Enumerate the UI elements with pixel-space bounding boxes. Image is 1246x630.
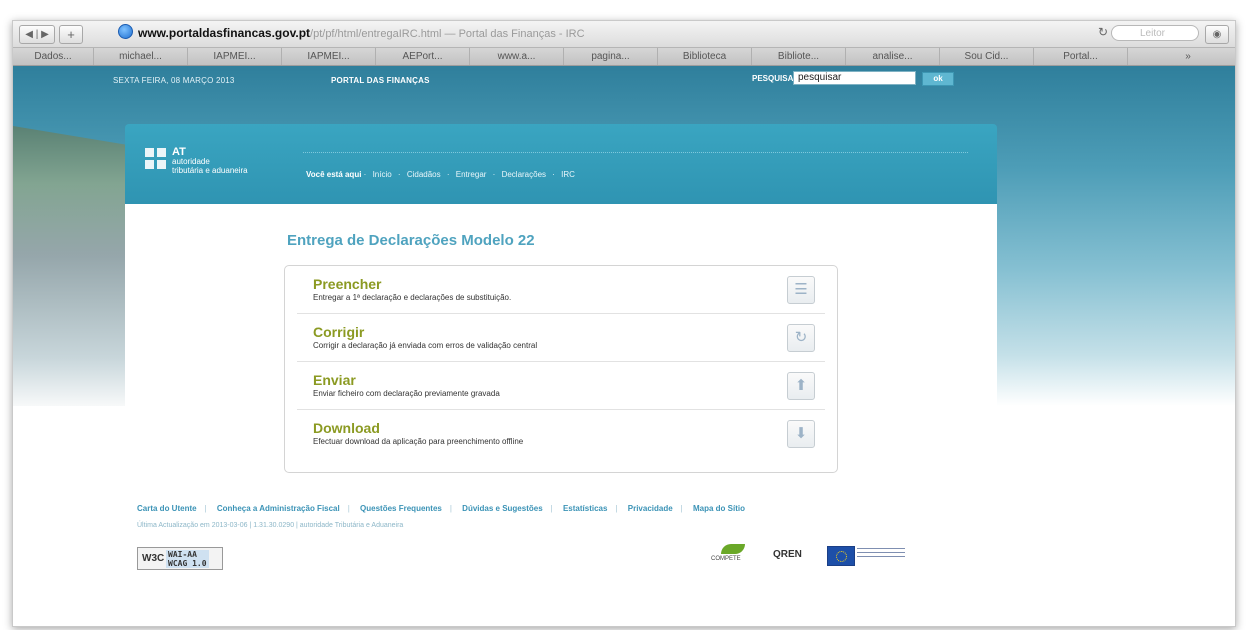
search-ok-button[interactable]: ok [922,72,954,86]
address-bar[interactable]: www.portaldasfinancas.gov.pt/pt/pf/html/… [118,24,678,43]
option-corrigir[interactable]: Corrigir Corrigir a declaração já enviad… [297,314,825,362]
option-title[interactable]: Corrigir [313,324,364,340]
search-input[interactable] [793,71,916,85]
bookmarks-bar: Dados... michael... IAPMEI... IAPMEI... … [13,48,1235,66]
breadcrumb-item[interactable]: Cidadãos [407,170,441,179]
breadcrumb: Você está aqui · Início · Cidadãos · Ent… [306,170,575,179]
last-update-text: Última Actualização em 2013-03-06 | 1.31… [137,522,404,529]
footer-link[interactable]: Dúvidas e Sugestões [462,504,542,513]
bookmark-item[interactable]: AEPort... [376,48,470,65]
bookmark-item[interactable]: Biblioteca [658,48,752,65]
option-enviar[interactable]: Enviar Enviar ficheiro com declaração pr… [297,362,825,410]
bookmark-item[interactable]: analise... [846,48,940,65]
w3c-wcag-badge[interactable]: W3C WAI-AA WCAG 1.0 [137,547,223,570]
logo-line2: tributária e aduaneira [172,166,248,175]
bookmarks-overflow-button[interactable]: » [1173,48,1203,65]
page-title-suffix: — Portal das Finanças - IRC [441,28,585,40]
download-icon[interactable]: ⬇ [787,420,815,448]
portal-link[interactable]: PORTAL DAS FINANÇAS [331,76,430,85]
options-box: Preencher Entregar a 1ª declaração e dec… [284,265,838,473]
back-forward-buttons[interactable]: ◀ | ▶ [19,25,55,44]
eu-text-lines [857,548,905,560]
wcag-line1: WAI-AA [168,550,197,559]
bookmark-item[interactable]: Portal... [1034,48,1128,65]
qren-logo[interactable]: QREN [773,544,815,568]
option-title[interactable]: Enviar [313,372,356,388]
option-title[interactable]: Preencher [313,276,381,292]
current-date: SEXTA FEIRA, 08 MARÇO 2013 [113,76,235,85]
footer-link[interactable]: Privacidade [628,504,673,513]
footer-link[interactable]: Conheça a Administração Fiscal [217,504,340,513]
browser-toolbar: ◀ | ▶ + www.portaldasfinancas.gov.pt/pt/… [13,21,1235,48]
compete-logo[interactable]: COMPETE [707,544,759,568]
reload-icon[interactable]: ↻ [1098,25,1108,39]
document-icon[interactable]: ☰ [787,276,815,304]
at-logo-icon [145,148,167,176]
bookmark-item[interactable]: Sou Cid... [940,48,1034,65]
footer-link[interactable]: Mapa do Sítio [693,504,745,513]
footer-links: Carta do Utente | Conheça a Administração… [137,504,745,513]
option-preencher[interactable]: Preencher Entregar a 1ª declaração e dec… [297,266,825,314]
option-description: Enviar ficheiro com declaração previamen… [313,389,500,398]
option-description: Entregar a 1ª declaração e declarações d… [313,293,512,302]
bookmark-item[interactable]: pagina... [564,48,658,65]
reader-button[interactable]: Leitor [1111,25,1199,41]
web-page: SEXTA FEIRA, 08 MARÇO 2013 PORTAL DAS FI… [13,66,1235,626]
url-host: www.portaldasfinancas.gov.pt [138,26,311,40]
bookmark-item[interactable]: Bibliote... [752,48,846,65]
wcag-line2: WCAG 1.0 [168,559,207,568]
breadcrumb-item[interactable]: Início [373,170,392,179]
globe-icon [118,24,133,39]
bookmark-item[interactable]: IAPMEI... [282,48,376,65]
dotted-divider [303,152,968,153]
leaf-icon [721,544,745,554]
main-content: Entrega de Declarações Modelo 22 Preench… [125,204,997,473]
breadcrumb-item[interactable]: IRC [561,170,575,179]
option-description: Efectuar download da aplicação para pree… [313,437,524,446]
bookmark-item[interactable]: Dados... [13,48,94,65]
eu-flag-icon [827,546,855,566]
w3c-label: W3C [142,553,165,564]
refresh-document-icon[interactable]: ↻ [787,324,815,352]
bookmark-item[interactable]: michael... [94,48,188,65]
reader-label: Leitor [1140,28,1166,39]
logo-line1: autoridade [172,157,210,166]
at-logo[interactable]: AT autoridade tributária e aduaneira [145,146,295,186]
search-label: PESQUISA [752,74,794,83]
settings-icon[interactable]: ◉ [1205,25,1229,44]
option-download[interactable]: Download Efectuar download da aplicação … [297,410,825,457]
footer-link[interactable]: Carta do Utente [137,504,197,513]
breadcrumb-label: Você está aqui [306,170,362,179]
wcag-label: WAI-AA WCAG 1.0 [166,550,209,568]
breadcrumb-item[interactable]: Declarações [502,170,546,179]
bookmark-item[interactable]: www.a... [470,48,564,65]
page-title: Entrega de Declarações Modelo 22 [287,232,535,249]
option-title[interactable]: Download [313,420,380,436]
send-document-icon[interactable]: ⬆ [787,372,815,400]
footer-link[interactable]: Questões Frequentes [360,504,442,513]
eu-logo[interactable] [827,544,907,568]
footer: Carta do Utente | Conheça a Administração… [137,504,905,570]
add-bookmark-button[interactable]: + [59,25,83,44]
browser-window: ◀ | ▶ + www.portaldasfinancas.gov.pt/pt/… [12,20,1236,627]
bookmark-item[interactable]: IAPMEI... [188,48,282,65]
option-description: Corrigir a declaração já enviada com err… [313,341,538,350]
url-path: /pt/pf/html/entregaIRC.html [310,28,442,40]
footer-link[interactable]: Estatísticas [563,504,607,513]
compete-label: COMPETE [711,556,741,562]
breadcrumb-item[interactable]: Entregar [456,170,487,179]
site-header-panel: AT autoridade tributária e aduaneira Voc… [125,124,997,204]
